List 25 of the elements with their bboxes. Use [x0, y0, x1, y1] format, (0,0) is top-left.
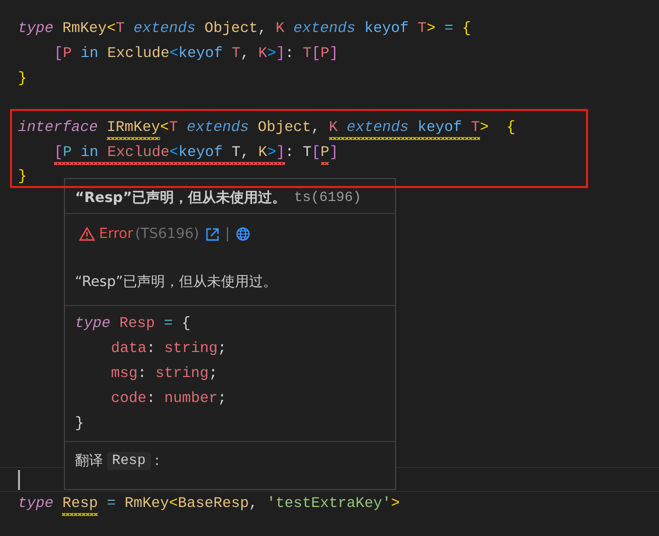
- error-code: (TS6196): [135, 226, 200, 242]
- code-line: [P in Exclude<keyof T, K>]: T[P]: [18, 141, 338, 166]
- source-code: ts(6196): [294, 190, 362, 206]
- code-line: type Resp = {: [75, 315, 190, 334]
- code-line: interface IRmKey<T extends Object, K extends keyof T> {: [18, 116, 516, 141]
- code-line: type RmKey<T extends Object, K extends keyof T> = {: [18, 20, 471, 39]
- text-cursor: [18, 470, 20, 490]
- code-line: [P in Exclude<keyof T, K>]: T[P]: [53, 45, 338, 64]
- separator: |: [225, 226, 230, 242]
- code-term: Resp: [107, 452, 151, 470]
- code-line: data: string;: [110, 340, 226, 359]
- code-line: code: number;: [110, 390, 226, 409]
- translate-label: 翻译: [75, 452, 103, 470]
- code-line: }: [75, 415, 84, 434]
- code-line: }: [18, 168, 27, 186]
- warning-icon: [79, 227, 95, 241]
- hover-title: “Resp”已声明，但从未使用过。: [75, 189, 286, 207]
- code-line: }: [18, 70, 27, 89]
- external-link-icon[interactable]: [205, 226, 220, 242]
- colon: :: [154, 453, 160, 469]
- code-line: type Resp = RmKey<BaseResp, 'testExtraKey'>: [18, 492, 400, 517]
- code-line: msg: string;: [110, 365, 218, 384]
- error-message: “Resp”已声明，但从未使用过。: [75, 272, 277, 290]
- severity-label: Error: [99, 226, 134, 242]
- globe-icon[interactable]: [236, 227, 250, 241]
